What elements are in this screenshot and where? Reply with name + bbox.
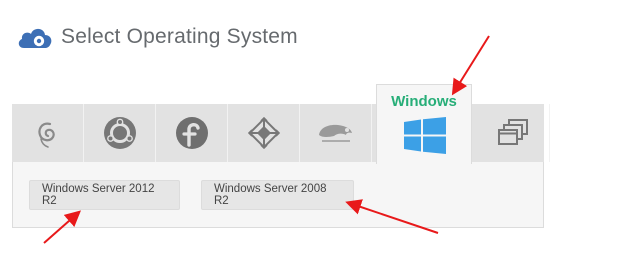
tab-windows-label: Windows	[391, 93, 457, 110]
page-title: Select Operating System	[61, 25, 298, 48]
page-header: Select Operating System	[16, 22, 298, 52]
other-os-windows-icon	[497, 119, 528, 145]
fedora-icon	[175, 117, 208, 149]
version-windows-server-2012-r2-button[interactable]: Windows Server 2012 R2	[29, 180, 180, 210]
tab-opensuse[interactable]	[300, 104, 372, 162]
ubuntu-icon	[103, 117, 136, 149]
windows-icon	[404, 117, 446, 154]
tab-fedora[interactable]	[156, 104, 228, 162]
tab-debian[interactable]	[12, 104, 84, 162]
tab-centos[interactable]	[228, 104, 300, 162]
version-label: Windows Server 2008 R2	[214, 183, 327, 207]
tab-ubuntu[interactable]	[84, 104, 156, 162]
tab-windows[interactable]: Windows	[376, 84, 472, 164]
opensuse-icon	[318, 124, 352, 142]
tab-other-os[interactable]	[478, 104, 550, 162]
centos-icon	[247, 117, 280, 149]
version-label: Windows Server 2012 R2	[42, 183, 155, 207]
debian-icon	[37, 122, 55, 148]
cloud-gear-icon	[18, 28, 52, 48]
os-tab-bar: Windows	[12, 84, 550, 164]
version-windows-server-2008-r2-button[interactable]: Windows Server 2008 R2	[201, 180, 354, 210]
